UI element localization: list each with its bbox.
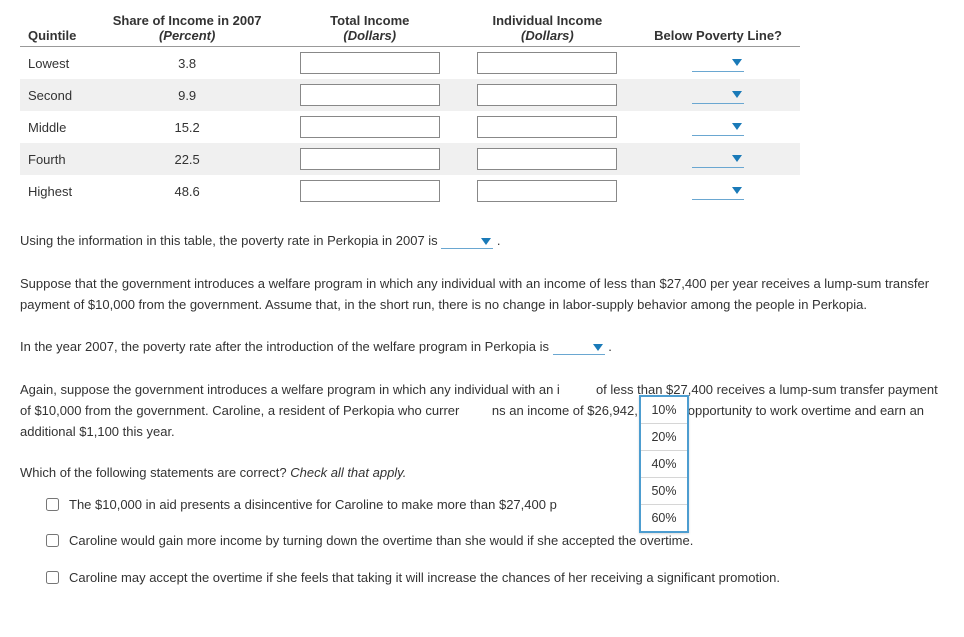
th-poverty: Below Poverty Line? bbox=[636, 10, 800, 47]
individual-income-input[interactable] bbox=[477, 180, 617, 202]
total-income-input[interactable] bbox=[300, 116, 440, 138]
row-share: 9.9 bbox=[93, 79, 281, 111]
dropdown-option[interactable]: 50% bbox=[641, 478, 687, 505]
row-share: 15.2 bbox=[93, 111, 281, 143]
row-name: Fourth bbox=[20, 143, 93, 175]
chevron-down-icon bbox=[732, 123, 742, 130]
table-row: Highest 48.6 bbox=[20, 175, 800, 207]
row-name: Highest bbox=[20, 175, 93, 207]
row-share: 48.6 bbox=[93, 175, 281, 207]
row-share: 22.5 bbox=[93, 143, 281, 175]
individual-income-input[interactable] bbox=[477, 84, 617, 106]
poverty-select[interactable] bbox=[692, 86, 744, 104]
chevron-down-icon bbox=[593, 344, 603, 351]
table-row: Middle 15.2 bbox=[20, 111, 800, 143]
individual-income-input[interactable] bbox=[477, 52, 617, 74]
th-total: Total Income(Dollars) bbox=[281, 10, 459, 47]
table-row: Fourth 22.5 bbox=[20, 143, 800, 175]
th-individual: Individual Income(Dollars) bbox=[459, 10, 637, 47]
poverty-select[interactable] bbox=[692, 54, 744, 72]
chevron-down-icon bbox=[732, 187, 742, 194]
question-1: Using the information in this table, the… bbox=[20, 231, 944, 252]
total-income-input[interactable] bbox=[300, 84, 440, 106]
dropdown-menu[interactable]: 10% 20% 40% 50% 60% bbox=[639, 395, 689, 533]
q1-select[interactable] bbox=[441, 231, 493, 249]
check-question: Which of the following statements are co… bbox=[20, 465, 944, 480]
chevron-down-icon bbox=[481, 238, 491, 245]
row-share: 3.8 bbox=[93, 47, 281, 80]
th-quintile: Quintile bbox=[20, 10, 93, 47]
table-row: Second 9.9 bbox=[20, 79, 800, 111]
paragraph-welfare: Suppose that the government introduces a… bbox=[20, 274, 944, 316]
check-label: Caroline would gain more income by turni… bbox=[69, 532, 693, 551]
dropdown-option[interactable]: 10% bbox=[641, 397, 687, 424]
check-option-3[interactable] bbox=[46, 571, 59, 584]
income-table: Quintile Share of Income in 2007(Percent… bbox=[20, 10, 800, 207]
poverty-select[interactable] bbox=[692, 118, 744, 136]
chevron-down-icon bbox=[732, 155, 742, 162]
question-2: In the year 2007, the poverty rate after… bbox=[20, 337, 944, 358]
poverty-select[interactable] bbox=[692, 182, 744, 200]
individual-income-input[interactable] bbox=[477, 116, 617, 138]
chevron-down-icon bbox=[732, 91, 742, 98]
total-income-input[interactable] bbox=[300, 52, 440, 74]
individual-income-input[interactable] bbox=[477, 148, 617, 170]
check-label: The $10,000 in aid presents a disincenti… bbox=[69, 496, 557, 515]
table-row: Lowest 3.8 bbox=[20, 47, 800, 80]
row-name: Lowest bbox=[20, 47, 93, 80]
total-income-input[interactable] bbox=[300, 180, 440, 202]
total-income-input[interactable] bbox=[300, 148, 440, 170]
dropdown-option[interactable]: 40% bbox=[641, 451, 687, 478]
q2-select[interactable] bbox=[553, 337, 605, 355]
check-list: The $10,000 in aid presents a disincenti… bbox=[46, 496, 944, 589]
check-option-2[interactable] bbox=[46, 534, 59, 547]
row-name: Middle bbox=[20, 111, 93, 143]
paragraph-caroline: Again, suppose the government introduces… bbox=[20, 380, 944, 442]
chevron-down-icon bbox=[732, 59, 742, 66]
row-name: Second bbox=[20, 79, 93, 111]
th-share: Share of Income in 2007(Percent) bbox=[93, 10, 281, 47]
poverty-select[interactable] bbox=[692, 150, 744, 168]
check-option-1[interactable] bbox=[46, 498, 59, 511]
dropdown-option[interactable]: 60% bbox=[641, 505, 687, 531]
dropdown-option[interactable]: 20% bbox=[641, 424, 687, 451]
check-label: Caroline may accept the overtime if she … bbox=[69, 569, 780, 588]
